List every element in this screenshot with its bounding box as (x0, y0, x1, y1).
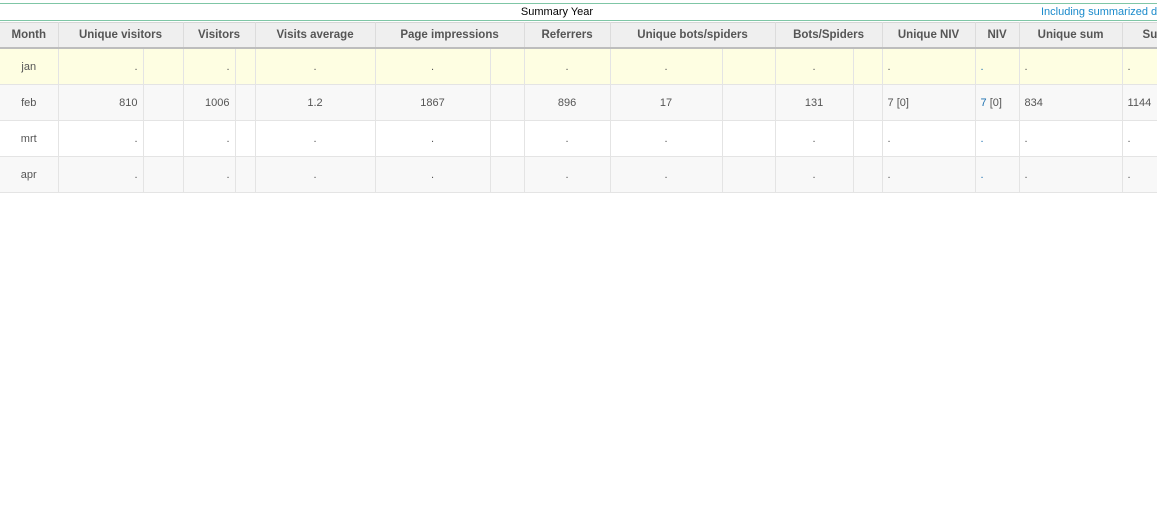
cell-niv: 7 [0] (975, 84, 1020, 121)
cell-spacer (722, 120, 776, 157)
cell-referrers: . (524, 48, 611, 85)
cell-spacer (853, 48, 883, 85)
cell-sum: . (1122, 48, 1157, 85)
cell-niv: . (975, 156, 1020, 193)
cell-spacer (235, 48, 256, 85)
niv-value: . (980, 168, 984, 181)
cell-spacer (490, 120, 525, 157)
cell-unique-bots: . (610, 48, 723, 85)
cell-spacer (853, 156, 883, 193)
header-unique-sum[interactable]: Unique sum (1019, 22, 1123, 49)
cell-page-impressions: 1867 (375, 84, 491, 121)
cell-spacer (143, 48, 184, 85)
cell-spacer (143, 156, 184, 193)
cell-bots: . (775, 120, 854, 157)
header-niv[interactable]: NIV (975, 22, 1020, 49)
cell-spacer (143, 84, 184, 121)
cell-visitors: . (183, 48, 236, 85)
cell-sum: . (1122, 156, 1157, 193)
cell-referrers: 896 (524, 84, 611, 121)
header-visitors[interactable]: Visitors (183, 22, 256, 49)
cell-spacer (853, 120, 883, 157)
cell-unique-bots: . (610, 156, 723, 193)
cell-spacer (235, 84, 256, 121)
header-page-impressions[interactable]: Page impressions (375, 22, 525, 49)
table-header-row: Month Unique visitors Visitors Visits av… (0, 22, 1157, 49)
niv-value: . (980, 60, 984, 73)
cell-sum: 1144 (1122, 84, 1157, 121)
table-row: apr . . . . . . . . . . . (0, 156, 1157, 193)
cell-visits-average: 1.2 (255, 84, 376, 121)
header-unique-visitors[interactable]: Unique visitors (58, 22, 184, 49)
cell-unique-visitors: . (58, 48, 144, 85)
cell-spacer (235, 156, 256, 193)
cell-spacer (490, 156, 525, 193)
cell-month: feb (0, 84, 59, 121)
cell-unique-bots: 17 (610, 84, 723, 121)
cell-bots: . (775, 156, 854, 193)
cell-page-impressions: . (375, 156, 491, 193)
cell-spacer (235, 120, 256, 157)
cell-unique-visitors: . (58, 120, 144, 157)
cell-spacer (853, 84, 883, 121)
cell-niv: . (975, 120, 1020, 157)
cell-unique-sum: . (1019, 156, 1123, 193)
header-visits-average[interactable]: Visits average (255, 22, 376, 49)
cell-unique-visitors: . (58, 156, 144, 193)
cell-unique-visitors: 810 (58, 84, 144, 121)
summary-title: Summary Year (520, 6, 594, 18)
cell-month: mrt (0, 120, 59, 157)
summarized-data-link[interactable]: Including summarized da (1041, 4, 1157, 20)
cell-visits-average: . (255, 120, 376, 157)
cell-page-impressions: . (375, 120, 491, 157)
cell-month: apr (0, 156, 59, 193)
cell-unique-niv: . (882, 120, 976, 157)
header-sum[interactable]: Su (1122, 22, 1157, 49)
niv-value: . (980, 132, 984, 145)
cell-visits-average: . (255, 156, 376, 193)
cell-unique-niv: . (882, 156, 976, 193)
cell-unique-bots: . (610, 120, 723, 157)
table-row: feb 810 1006 1.2 1867 896 17 131 7 [0] 7… (0, 84, 1157, 121)
cell-visitors: . (183, 156, 236, 193)
cell-referrers: . (524, 120, 611, 157)
summary-table: Month Unique visitors Visitors Visits av… (0, 22, 1157, 193)
cell-page-impressions: . (375, 48, 491, 85)
cell-bots: 131 (775, 84, 854, 121)
cell-bots: . (775, 48, 854, 85)
cell-unique-sum: 834 (1019, 84, 1123, 121)
table-row: mrt . . . . . . . . . . . (0, 120, 1157, 157)
cell-niv: . (975, 48, 1020, 85)
cell-month: jan (0, 48, 59, 85)
cell-unique-sum: . (1019, 48, 1123, 85)
niv-extra: [0] (986, 96, 1002, 109)
table-row: jan . . . . . . . . . . . (0, 48, 1157, 85)
summary-title-bar: Summary Year Including summarized da (0, 3, 1157, 21)
cell-spacer (722, 156, 776, 193)
cell-visitors: 1006 (183, 84, 236, 121)
cell-sum: . (1122, 120, 1157, 157)
header-month[interactable]: Month (0, 22, 59, 49)
cell-referrers: . (524, 156, 611, 193)
header-bots[interactable]: Bots/Spiders (775, 22, 883, 49)
cell-unique-sum: . (1019, 120, 1123, 157)
cell-spacer (490, 48, 525, 85)
cell-visitors: . (183, 120, 236, 157)
cell-unique-niv: . (882, 48, 976, 85)
cell-spacer (490, 84, 525, 121)
header-unique-niv[interactable]: Unique NIV (882, 22, 976, 49)
cell-spacer (143, 120, 184, 157)
cell-spacer (722, 84, 776, 121)
statistics-page: Summary Year Including summarized da Mon (0, 0, 1157, 512)
header-unique-bots[interactable]: Unique bots/spiders (610, 22, 776, 49)
header-referrers[interactable]: Referrers (524, 22, 611, 49)
cell-spacer (722, 48, 776, 85)
cell-unique-niv: 7 [0] (882, 84, 976, 121)
cell-visits-average: . (255, 48, 376, 85)
